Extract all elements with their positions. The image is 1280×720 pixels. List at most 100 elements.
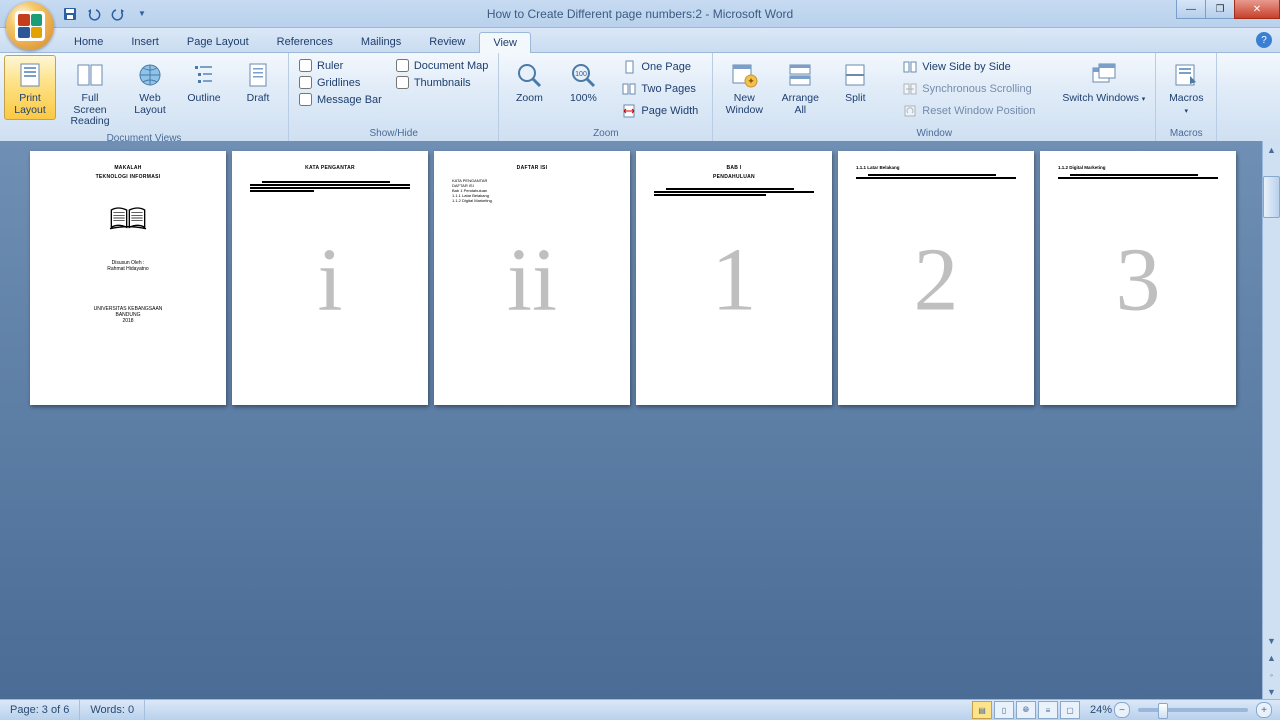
arrange-all-button[interactable]: Arrange All (773, 55, 827, 120)
message-bar-checkbox[interactable]: Message Bar (299, 93, 382, 106)
zoom-100-icon: 100 (567, 59, 599, 91)
view-full-screen-button[interactable]: ▯ (994, 701, 1014, 719)
scroll-thumb[interactable] (1263, 176, 1280, 218)
qat-redo-button[interactable] (108, 4, 128, 24)
one-page-label: One Page (641, 61, 691, 73)
tab-page-layout[interactable]: Page Layout (173, 31, 263, 52)
help-button[interactable]: ? (1256, 32, 1272, 48)
qat-save-button[interactable] (60, 4, 80, 24)
ribbon: Print Layout Full Screen Reading Web Lay… (0, 53, 1280, 142)
close-button[interactable]: ✕ (1234, 0, 1280, 19)
zoom-label: Zoom (516, 93, 543, 105)
arrange-all-label: Arrange All (779, 93, 821, 116)
p1-year: 2018 (48, 318, 208, 324)
two-pages-button[interactable]: Two Pages (617, 79, 702, 99)
vertical-scrollbar[interactable]: ▲ ▼ ▲ ◦ ▼ (1262, 141, 1280, 700)
tab-references[interactable]: References (263, 31, 347, 52)
gridlines-checkbox[interactable]: Gridlines (299, 76, 382, 89)
tab-review[interactable]: Review (415, 31, 479, 52)
page-thumbnail-3[interactable]: DAFTAR ISI KATA PENGANTAR DAFTAR ISI Bab… (434, 151, 630, 405)
page-thumbnail-1[interactable]: MAKALAH TEKNOLOGI INFORMASI Disusun Oleh… (30, 151, 226, 405)
split-button[interactable]: Split (829, 55, 881, 109)
thumbnails-checkbox[interactable]: Thumbnails (396, 76, 489, 89)
page-width-button[interactable]: Page Width (617, 101, 702, 121)
zoom-100-button[interactable]: 100 100% (557, 55, 609, 109)
page-thumbnail-6[interactable]: 1.1.2 Digital Marketing 3 (1040, 151, 1236, 405)
zoom-slider[interactable] (1138, 708, 1248, 712)
tab-home[interactable]: Home (60, 31, 117, 52)
maximize-button[interactable]: ❐ (1205, 0, 1235, 19)
qat-customize-button[interactable]: ▼ (132, 4, 152, 24)
svg-text:100: 100 (576, 71, 588, 78)
document-map-label: Document Map (414, 60, 489, 72)
scroll-up-button[interactable]: ▲ (1263, 141, 1280, 158)
office-button[interactable] (6, 2, 54, 50)
zoom-slider-knob[interactable] (1158, 703, 1168, 719)
browse-object-button[interactable]: ◦ (1263, 666, 1280, 683)
p2-title: KATA PENGANTAR (250, 165, 410, 171)
message-bar-label: Message Bar (317, 94, 382, 106)
tab-view[interactable]: View (479, 32, 531, 53)
zoom-button[interactable]: Zoom (503, 55, 555, 109)
reset-window-position-button[interactable]: Reset Window Position (898, 101, 1039, 121)
scroll-down-button[interactable]: ▼ (1263, 632, 1280, 649)
page-thumbnail-5[interactable]: 1.1.1 Latar Belakang 2 (838, 151, 1034, 405)
ruler-checkbox[interactable]: Ruler (299, 59, 382, 72)
one-page-icon (621, 59, 637, 75)
document-map-checkbox[interactable]: Document Map (396, 59, 489, 72)
full-screen-icon (74, 59, 106, 91)
group-macros: Macros▾ Macros (1156, 53, 1217, 141)
minimize-button[interactable]: — (1176, 0, 1206, 19)
zoom-out-button[interactable]: − (1114, 702, 1130, 718)
view-print-layout-button[interactable]: ▤ (972, 701, 992, 719)
side-by-side-label: View Side by Side (922, 61, 1010, 73)
full-screen-reading-button[interactable]: Full Screen Reading (58, 55, 122, 132)
macros-label: Macros▾ (1169, 93, 1203, 116)
tab-insert[interactable]: Insert (117, 31, 173, 52)
window-controls: — ❐ ✕ (1177, 0, 1280, 19)
macros-group-label: Macros (1160, 127, 1212, 141)
zoom-value[interactable]: 24% (1090, 704, 1112, 716)
full-screen-label: Full Screen Reading (64, 93, 116, 128)
web-layout-button[interactable]: Web Layout (124, 55, 176, 120)
title-bar: ▼ How to Create Different page numbers:2… (0, 0, 1280, 28)
web-layout-icon (134, 59, 166, 91)
view-side-by-side-button[interactable]: View Side by Side (898, 57, 1039, 77)
synchronous-scrolling-button[interactable]: Synchronous Scrolling (898, 79, 1039, 99)
zoom-in-button[interactable]: + (1256, 702, 1272, 718)
draft-label: Draft (247, 93, 270, 105)
status-page[interactable]: Page: 3 of 6 (0, 700, 80, 720)
group-show-hide: Ruler Gridlines Message Bar Document Map… (289, 53, 499, 141)
browse-next-button[interactable]: ▼ (1263, 683, 1280, 700)
switch-windows-label: Switch Windows ▾ (1062, 93, 1145, 105)
one-page-button[interactable]: One Page (617, 57, 702, 77)
svg-text:✦: ✦ (748, 76, 756, 86)
print-layout-icon (14, 59, 46, 91)
qat-undo-button[interactable] (84, 4, 104, 24)
page-thumbnail-4[interactable]: BAB I PENDAHULUAN 1 (636, 151, 832, 405)
outline-label: Outline (187, 93, 220, 105)
tab-mailings[interactable]: Mailings (347, 31, 415, 52)
window-title: How to Create Different page numbers:2 -… (487, 7, 793, 21)
outline-icon (188, 59, 220, 91)
document-area[interactable]: MAKALAH TEKNOLOGI INFORMASI Disusun Oleh… (0, 141, 1280, 700)
status-words[interactable]: Words: 0 (80, 700, 145, 720)
sync-scroll-label: Synchronous Scrolling (922, 83, 1031, 95)
gridlines-label: Gridlines (317, 77, 360, 89)
switch-windows-icon (1088, 59, 1120, 91)
quick-access-toolbar: ▼ (60, 4, 152, 24)
outline-button[interactable]: Outline (178, 55, 230, 109)
browse-prev-button[interactable]: ▲ (1263, 649, 1280, 666)
macros-button[interactable]: Macros▾ (1160, 55, 1212, 120)
new-window-button[interactable]: ✦ New Window (717, 55, 771, 120)
view-web-button[interactable]: 🌐︎ (1016, 701, 1036, 719)
page-width-label: Page Width (641, 105, 698, 117)
page-thumbnail-2[interactable]: KATA PENGANTAR i (232, 151, 428, 405)
view-outline-button[interactable]: ≡ (1038, 701, 1058, 719)
switch-windows-button[interactable]: Switch Windows ▾ (1056, 55, 1151, 109)
draft-icon (242, 59, 274, 91)
print-layout-button[interactable]: Print Layout (4, 55, 56, 120)
draft-button[interactable]: Draft (232, 55, 284, 109)
view-draft-button[interactable]: ▢ (1060, 701, 1080, 719)
p1-title2: TEKNOLOGI INFORMASI (48, 174, 208, 180)
